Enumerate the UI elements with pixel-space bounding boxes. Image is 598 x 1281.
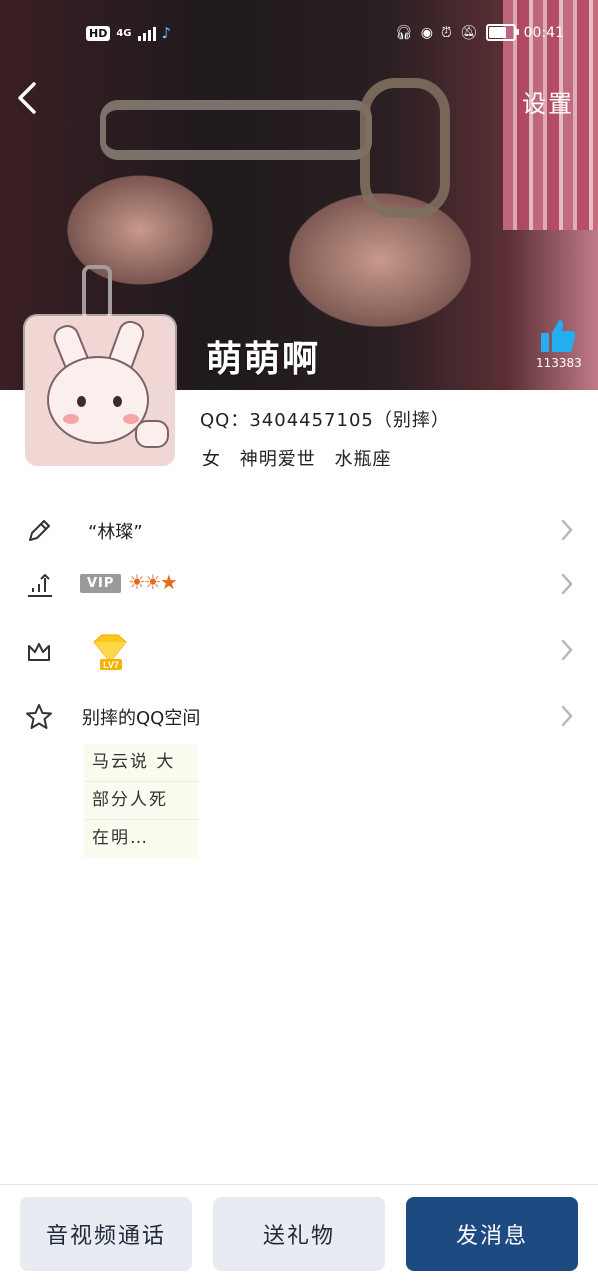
hd-badge: HD xyxy=(86,25,111,41)
vip-row[interactable]: VIP ☀☀★ xyxy=(0,560,598,610)
avatar[interactable] xyxy=(25,316,175,466)
bunny-face xyxy=(47,356,149,444)
bunny-eye-left xyxy=(77,396,86,407)
qzone-label: 别摔的QQ空间 xyxy=(82,708,201,729)
crown-icon xyxy=(28,643,50,661)
vip-badge: VIP xyxy=(80,574,122,593)
vip-level-icons: ☀☀★ xyxy=(128,570,178,594)
back-button[interactable] xyxy=(14,80,50,116)
qq-number: QQ：3404457105（别摔） xyxy=(200,410,450,431)
send-message-button[interactable]: 发消息 xyxy=(406,1197,578,1271)
bunny-cheek-left xyxy=(63,414,79,424)
action-bar: 音视频通话 送礼物 发消息 xyxy=(0,1184,598,1281)
signature-row[interactable]: “林璨” xyxy=(0,506,598,556)
qzone-row[interactable]: 别摔的QQ空间 xyxy=(0,692,598,742)
pencil-icon xyxy=(29,520,50,541)
qzone-preview-line: 在明… xyxy=(92,828,149,848)
chevron-right-icon xyxy=(561,705,573,727)
qzone-preview-line: 马云说 大 xyxy=(84,744,198,782)
level-chart-icon xyxy=(28,573,52,597)
cover-photo-ring xyxy=(360,78,450,218)
qzone-preview[interactable]: 马云说 大 部分人死 在明… xyxy=(84,744,198,858)
diamond-level-label: LV7 xyxy=(103,660,119,670)
nickname: 萌萌啊 xyxy=(206,339,321,380)
gender: 女 xyxy=(202,449,221,470)
profile-meta: 女 神明爱世 水瓶座 xyxy=(202,445,403,471)
hearing-aid-icon: ♪ xyxy=(161,24,172,42)
alarm-icon: ⏰︎ xyxy=(440,24,452,41)
signature-text: “林璨” xyxy=(88,522,143,543)
bunny-cheek-right xyxy=(123,414,139,424)
status-bar: HD 4G ♪ 🎧︎ ◉ ⏰︎ 🔕︎ 00:41 xyxy=(0,18,598,52)
bunny-eye-right xyxy=(113,396,122,407)
headphones-icon: 🎧︎ xyxy=(394,24,413,41)
av-call-button[interactable]: 音视频通话 xyxy=(20,1197,192,1271)
profile-tag: 神明爱世 xyxy=(239,449,316,470)
clock: 00:41 xyxy=(523,24,564,41)
network-label: 4G xyxy=(116,27,132,39)
cover-photo-finger-ring xyxy=(82,265,112,321)
chevron-right-icon xyxy=(561,573,573,595)
membership-row[interactable]: LV7 xyxy=(0,626,598,676)
chevron-right-icon xyxy=(561,519,573,541)
cover-photo-puzzle xyxy=(100,100,372,160)
mute-bell-icon: 🔕︎ xyxy=(459,24,478,41)
settings-button[interactable]: 设置 xyxy=(522,84,574,119)
like-button[interactable]: 113383 xyxy=(536,318,582,370)
send-gift-button[interactable]: 送礼物 xyxy=(213,1197,385,1271)
battery-icon xyxy=(485,24,519,41)
bunny-paw xyxy=(135,420,169,448)
signal-icon xyxy=(137,25,156,41)
eye-icon: ◉ xyxy=(420,24,433,41)
star-icon xyxy=(26,704,52,729)
constellation: 水瓶座 xyxy=(334,449,392,470)
qzone-preview-line: 部分人死 xyxy=(84,782,198,820)
chevron-right-icon xyxy=(561,639,573,661)
chevron-left-icon xyxy=(18,82,36,114)
diamond-icon: LV7 xyxy=(93,634,127,670)
thumbs-up-icon xyxy=(541,320,576,352)
like-count: 113383 xyxy=(536,356,582,370)
